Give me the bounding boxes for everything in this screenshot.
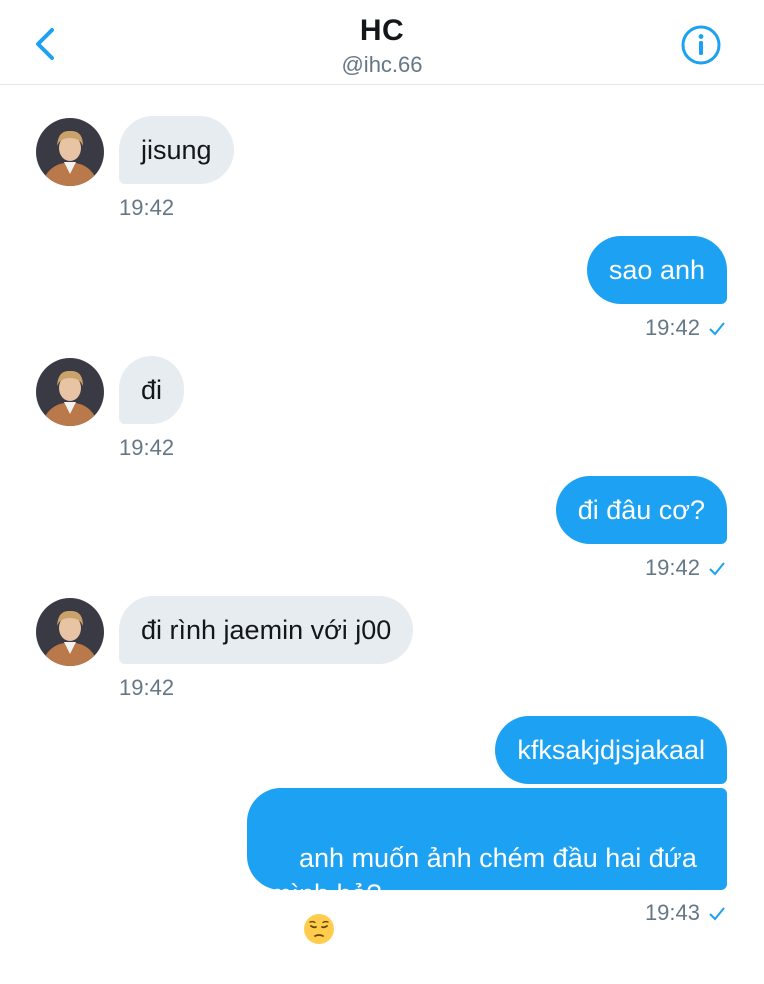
message-text-line: anh muốn ảnh chém đầu hai đứa	[299, 843, 697, 873]
read-check-icon	[709, 562, 725, 576]
message-bubble-outgoing[interactable]: đi đâu cơ?	[555, 476, 727, 544]
read-check-icon	[709, 322, 725, 336]
info-icon	[681, 25, 721, 65]
message-timestamp: 19:42	[119, 435, 175, 460]
message-thread[interactable]: jisung 19:42 sao anh 19:42 đi 19:42 đi đ…	[0, 85, 764, 960]
read-check-icon	[709, 907, 725, 921]
message-bubble-incoming[interactable]: đi	[119, 356, 185, 424]
message-timestamp: 19:42	[119, 675, 175, 700]
message-bubble-incoming[interactable]: đi rình jaemin với j00	[119, 596, 414, 664]
message-status: 19:42	[645, 555, 726, 581]
message-timestamp: 19:42	[644, 555, 700, 580]
conversation-title: HC	[359, 14, 405, 47]
message-timestamp: 19:43	[644, 900, 700, 925]
message-timestamp: 19:42	[119, 195, 175, 220]
message-text-line: mình hả?	[269, 879, 382, 909]
message-bubble-outgoing[interactable]: sao anh	[586, 236, 727, 304]
avatar[interactable]	[36, 358, 104, 426]
message-bubble-incoming[interactable]: jisung	[119, 116, 234, 184]
conversation-handle: @ihc.66	[341, 52, 423, 77]
avatar[interactable]	[36, 118, 104, 186]
conversation-header: HC @ihc.66	[0, 0, 764, 85]
message-status: 19:42	[645, 315, 726, 341]
avatar[interactable]	[36, 598, 104, 666]
pensive-face-emoji	[304, 914, 335, 944]
message-timestamp: 19:42	[644, 315, 700, 340]
message-bubble-outgoing[interactable]: kfksakjdjsjakaal	[495, 716, 727, 784]
message-status: 19:43	[645, 900, 726, 926]
info-button[interactable]	[680, 24, 722, 66]
message-bubble-outgoing[interactable]: anh muốn ảnh chém đầu hai đứa mình hả?	[247, 788, 727, 944]
